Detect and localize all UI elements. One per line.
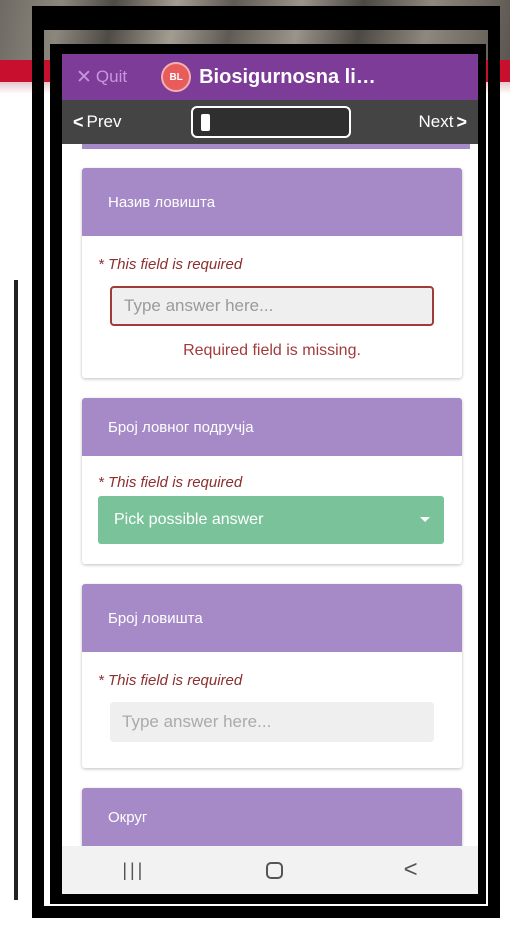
close-icon: ✕ (76, 66, 92, 88)
required-note: * This field is required (98, 474, 243, 491)
answer-input[interactable]: Type answer here... (110, 286, 434, 326)
bezel-left (50, 44, 62, 904)
logo-text: BL (169, 71, 183, 83)
question-card: Број ловног подручја * This field is req… (82, 398, 462, 564)
error-message: Required field is missing. (183, 342, 361, 359)
app-logo: BL (161, 62, 192, 92)
question-card: Назив ловишта * This field is required T… (82, 168, 462, 378)
previous-card-edge (82, 144, 470, 149)
quit-label: Quit (95, 67, 128, 86)
prev-label: Prev (86, 112, 122, 131)
next-button[interactable]: Next > (419, 112, 470, 133)
app-title: Biosigurnosna li… (199, 65, 376, 88)
required-note: * This field is required (98, 672, 243, 689)
question-title: Округ (82, 788, 462, 846)
frame-bottom (32, 906, 500, 918)
required-note: * This field is required (98, 256, 243, 273)
frame-left (32, 6, 44, 918)
bezel-right (478, 44, 486, 904)
phone-screen: ✕ Quit BL Biosigurnosna li… < Prev Next … (62, 54, 478, 894)
frame-edge-left (14, 280, 18, 900)
question-card: Округ (82, 788, 462, 846)
question-title: Назив ловишта (82, 168, 462, 236)
form-navigation-bar: < Prev Next > (62, 100, 478, 144)
answer-input[interactable]: Type answer here... (110, 702, 434, 742)
recent-apps-icon[interactable]: ||| (122, 860, 145, 881)
back-icon[interactable]: < (404, 856, 418, 884)
frame-top (32, 6, 494, 30)
chevron-right-icon: > (456, 111, 467, 132)
system-navigation-bar: ||| < (62, 846, 478, 894)
chevron-left-icon: < (73, 111, 84, 132)
frame-right (488, 6, 500, 918)
question-title: Број ловног подручја (82, 398, 462, 456)
progress-cursor (201, 114, 210, 131)
question-title: Број ловишта (82, 584, 462, 652)
bezel-top (50, 44, 486, 54)
form-content[interactable]: Назив ловишта * This field is required T… (62, 144, 478, 846)
answer-dropdown[interactable]: Pick possible answer (98, 496, 444, 544)
quit-button[interactable]: ✕ Quit (76, 66, 127, 89)
app-bar: ✕ Quit BL Biosigurnosna li… (62, 54, 478, 100)
prev-button[interactable]: < Prev (70, 112, 121, 133)
question-card: Број ловишта * This field is required Ty… (82, 584, 462, 768)
dropdown-label: Pick possible answer (114, 511, 264, 528)
page-indicator[interactable] (191, 106, 351, 138)
home-icon[interactable] (265, 861, 283, 879)
next-label: Next (418, 112, 454, 131)
bezel-bottom (50, 894, 486, 904)
caret-down-icon (420, 517, 430, 522)
